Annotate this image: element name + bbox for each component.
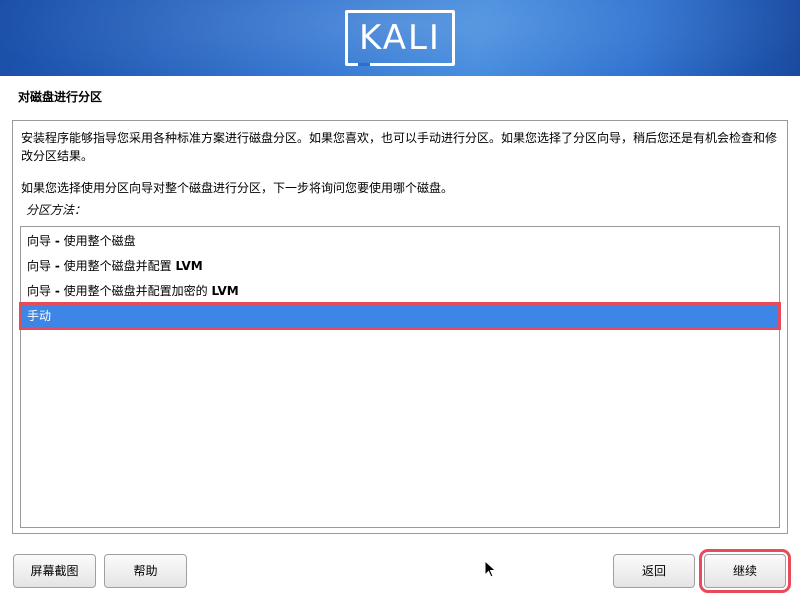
option-bold-suffix: LVM — [211, 284, 239, 298]
option-bold-suffix: LVM — [175, 259, 203, 273]
partition-method-list[interactable]: 向导 - 使用整个磁盘 向导 - 使用整个磁盘并配置 LVM 向导 - 使用整个… — [19, 226, 781, 528]
page-title: 对磁盘进行分区 — [18, 90, 103, 104]
option-text: 使用整个磁盘 — [59, 234, 136, 248]
option-prefix: 向导 — [27, 259, 55, 273]
option-prefix: 向导 — [27, 284, 55, 298]
back-button[interactable]: 返回 — [613, 554, 695, 588]
content-frame: 安装程序能够指导您采用各种标准方案进行磁盘分区。如果您喜欢，也可以手动进行分区。… — [12, 120, 788, 534]
option-manual[interactable]: 手动 — [19, 302, 781, 330]
description-text-2: 如果您选择使用分区向导对整个磁盘进行分区，下一步将询问您要使用哪个磁盘。 — [21, 181, 454, 195]
kali-logo: KALI — [345, 10, 455, 66]
screenshot-button[interactable]: 屏幕截图 — [13, 554, 96, 588]
option-guided-entire-disk[interactable]: 向导 - 使用整个磁盘 — [21, 229, 779, 253]
option-prefix: 向导 — [27, 234, 55, 248]
option-text: 使用整个磁盘并配置加密的 — [59, 284, 212, 298]
partition-method-label: 分区方法： — [26, 203, 87, 217]
option-text: 使用整个磁盘并配置 — [59, 259, 176, 273]
option-guided-lvm[interactable]: 向导 - 使用整个磁盘并配置 LVM — [21, 254, 779, 278]
continue-button[interactable]: 继续 — [699, 549, 791, 593]
help-button[interactable]: 帮助 — [104, 554, 187, 588]
option-guided-encrypted-lvm[interactable]: 向导 - 使用整个磁盘并配置加密的 LVM — [21, 279, 779, 303]
logo-text: KALI — [359, 18, 441, 58]
description-text: 安装程序能够指导您采用各种标准方案进行磁盘分区。如果您喜欢，也可以手动进行分区。… — [21, 131, 778, 163]
mouse-pointer-icon — [484, 560, 497, 578]
kali-banner: KALI — [0, 0, 800, 76]
option-text: 手动 — [27, 309, 52, 323]
